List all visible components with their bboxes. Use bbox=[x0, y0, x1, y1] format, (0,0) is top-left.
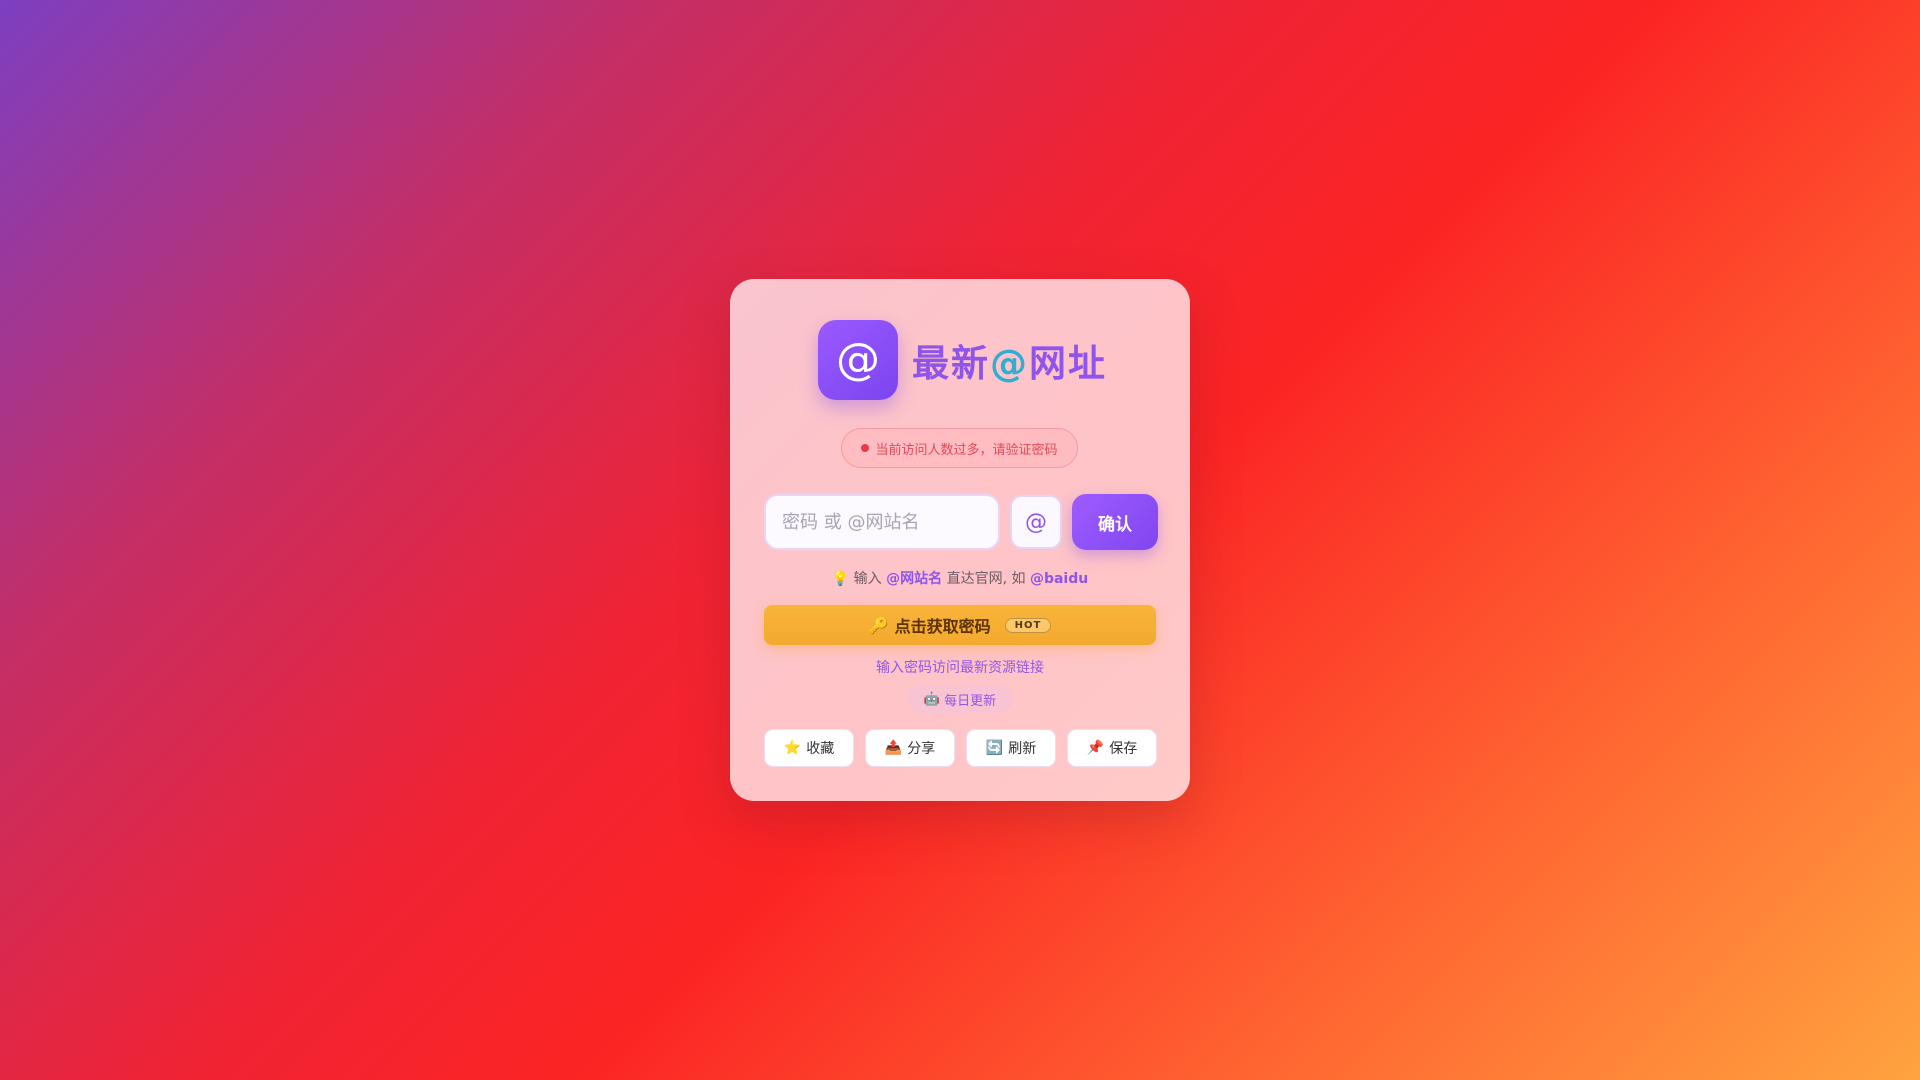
favorite-button[interactable]: ⭐ 收藏 bbox=[764, 729, 854, 767]
status-notice: 当前访问人数过多，请验证密码 bbox=[841, 428, 1078, 468]
hot-badge: HOT bbox=[1004, 617, 1052, 633]
red-dot-icon bbox=[861, 444, 870, 452]
save-button[interactable]: 📌 保存 bbox=[1067, 729, 1157, 767]
hint-prefix: 输入 bbox=[853, 571, 882, 587]
hint-middle: 直达官网, 如 bbox=[946, 571, 1026, 587]
hint-highlight-example: @baidu bbox=[1029, 571, 1089, 587]
share-icon: 📤 bbox=[884, 740, 903, 756]
page-title: 最新@网址 bbox=[912, 333, 1107, 387]
robot-icon: 🤖 bbox=[923, 691, 941, 707]
refresh-button[interactable]: 🔄 刷新 bbox=[966, 729, 1056, 767]
at-logo-icon: @ bbox=[818, 320, 898, 400]
usage-hint: 💡 输入 @网站名 直达官网, 如 @baidu bbox=[730, 568, 1190, 588]
password-form: @ 确认 bbox=[764, 494, 1158, 550]
refresh-label: 刷新 bbox=[1008, 741, 1037, 757]
title-part-2: 网址 bbox=[1029, 342, 1107, 385]
subtitle-text: 输入密码访问最新资源链接 bbox=[876, 660, 1044, 676]
brand-header: @ 最新@网址 bbox=[818, 320, 1107, 400]
lightbulb-icon: 💡 bbox=[831, 571, 850, 587]
password-input[interactable] bbox=[764, 494, 1000, 550]
title-part-1: 最新 bbox=[912, 342, 990, 385]
title-at: @ bbox=[990, 342, 1029, 385]
at-button[interactable]: @ bbox=[1010, 495, 1062, 549]
get-password-button[interactable]: 🔑 点击获取密码 HOT bbox=[764, 605, 1156, 645]
login-card: @ 最新@网址 当前访问人数过多，请验证密码 @ 确认 💡 输入 @网站名 直达… bbox=[730, 279, 1190, 801]
key-icon: 🔑 bbox=[868, 615, 889, 635]
refresh-icon: 🔄 bbox=[985, 740, 1004, 756]
notice-text: 当前访问人数过多，请验证密码 bbox=[875, 442, 1058, 458]
save-label: 保存 bbox=[1109, 741, 1138, 757]
favorite-label: 收藏 bbox=[806, 741, 835, 757]
action-bar: ⭐ 收藏 📤 分享 🔄 刷新 📌 保存 bbox=[764, 729, 1157, 767]
daily-update-label: 每日更新 bbox=[944, 693, 997, 709]
pin-icon: 📌 bbox=[1086, 740, 1105, 756]
star-icon: ⭐ bbox=[783, 740, 802, 756]
hint-highlight-site: @网站名 bbox=[886, 571, 943, 587]
share-button[interactable]: 📤 分享 bbox=[865, 729, 955, 767]
share-label: 分享 bbox=[907, 741, 936, 757]
confirm-button[interactable]: 确认 bbox=[1072, 494, 1158, 550]
get-password-label: 点击获取密码 bbox=[894, 617, 991, 636]
daily-update-badge: 🤖 每日更新 bbox=[907, 685, 1013, 713]
